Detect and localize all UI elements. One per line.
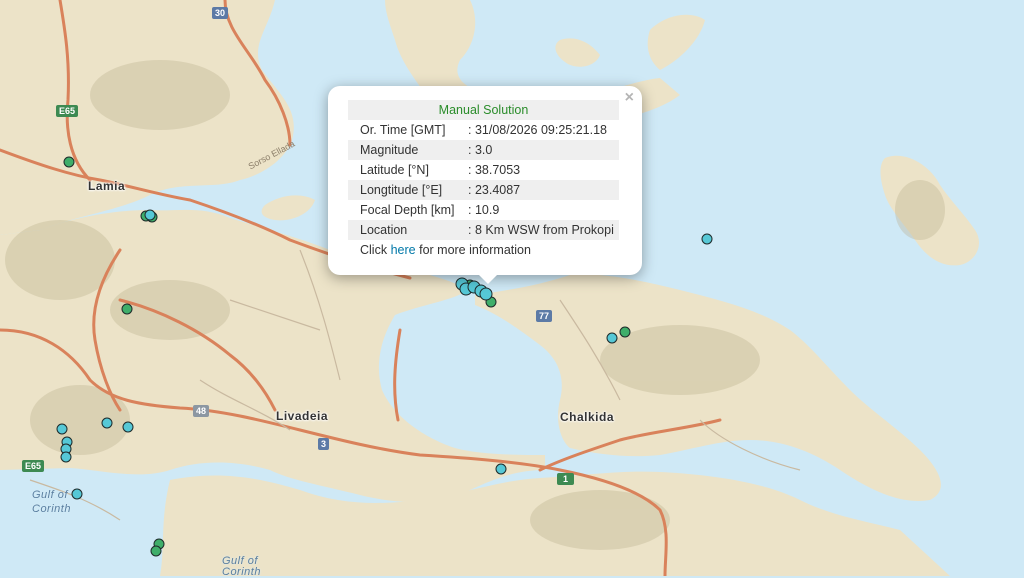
quake-marker (479, 287, 493, 301)
road-shield: E65 (56, 105, 79, 117)
info-label: Latitude [°N] (360, 163, 429, 177)
info-label: Or. Time [GMT] (360, 123, 446, 137)
quake-marker (71, 488, 83, 500)
quake-marker (144, 209, 156, 221)
info-row-focal-depth: Focal Depth [km] : 10.9 (348, 200, 619, 220)
quake-marker (606, 332, 618, 344)
info-value: : 10.9 (468, 203, 500, 217)
quake-marker (121, 303, 133, 315)
info-value: : 8 Km WSW from Prokopi (468, 223, 614, 237)
water-label-corinth-1: Corinth (32, 503, 71, 515)
info-value: : 3.0 (468, 143, 493, 157)
road-shield: 30 (212, 7, 229, 19)
info-row-location: Location : 8 Km WSW from Prokopi (348, 220, 619, 240)
popup-title: Manual Solution (348, 100, 619, 120)
quake-marker (619, 326, 631, 338)
close-icon[interactable]: × (625, 89, 634, 107)
water-label-gulf-1: Gulf of (32, 489, 68, 501)
info-row-origin-time: Or. Time [GMT] : 31/08/2026 09:25:21.18 (348, 120, 619, 140)
info-value: : 38.7053 (468, 163, 521, 177)
quake-marker (63, 156, 75, 168)
city-label-lamia: Lamia (88, 179, 126, 193)
road-shield: 1 (557, 473, 575, 485)
city-label-chalkida: Chalkida (560, 410, 615, 424)
info-value: : 31/08/2026 09:25:21.18 (468, 123, 608, 137)
road-shield: E65 (22, 460, 45, 472)
quake-marker (60, 451, 72, 463)
info-row-longitude: Longtitude [°E] : 23.4087 (348, 180, 619, 200)
quake-marker (701, 233, 713, 245)
info-label: Longtitude [°E] (360, 183, 443, 197)
more-info-suffix: for more information (419, 243, 531, 257)
info-label: Location (360, 223, 408, 237)
quake-marker (150, 545, 162, 557)
info-value: : 23.4087 (468, 183, 521, 197)
more-info-prefix: Click (360, 243, 388, 257)
info-row-magnitude: Magnitude : 3.0 (348, 140, 619, 160)
quake-marker (122, 421, 134, 433)
more-info-link[interactable]: here (391, 243, 416, 257)
city-label-livadeia: Livadeia (276, 409, 329, 423)
earthquake-info-popup: × Manual Solution Or. Time [GMT] : 31/08… (328, 86, 642, 284)
road-shield: 48 (193, 405, 210, 417)
road-shield: 3 (318, 438, 330, 450)
road-shield: 77 (536, 310, 553, 322)
quake-marker (101, 417, 113, 429)
popup-tip (478, 274, 498, 284)
info-row-latitude: Latitude [°N] : 38.7053 (348, 160, 619, 180)
info-label: Focal Depth [km] (360, 203, 455, 217)
quake-marker (495, 463, 507, 475)
quake-marker (56, 423, 68, 435)
more-info-line: Click here for more information (360, 242, 531, 258)
info-label: Magnitude (360, 143, 419, 157)
water-label-corinth-2: Corinth (222, 566, 261, 578)
